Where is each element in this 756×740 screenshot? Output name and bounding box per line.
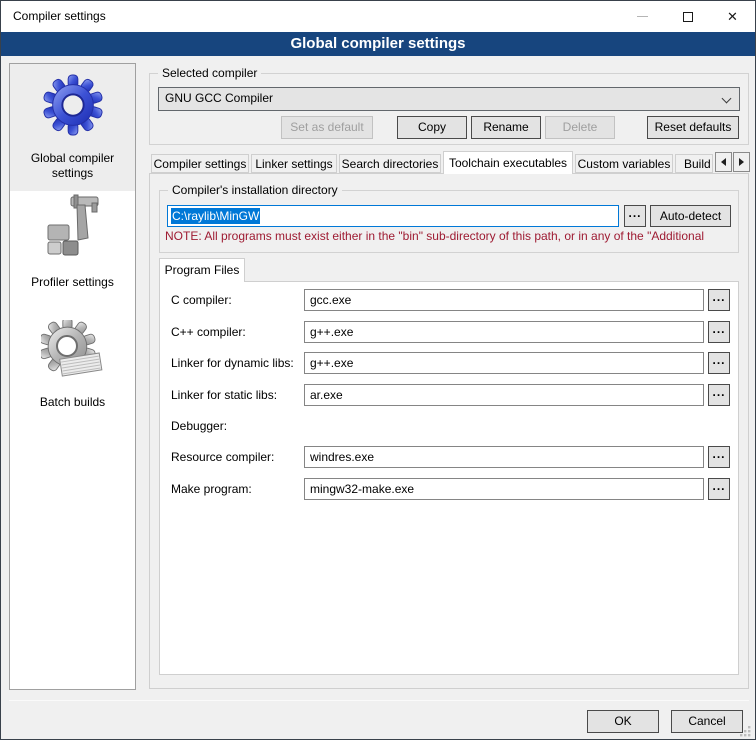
arrow-right-icon [739, 158, 744, 166]
tab-linker-settings[interactable]: Linker settings [251, 154, 337, 173]
compiler-settings-dialog: Compiler settings ✕ Global compiler sett… [0, 0, 756, 740]
tab-search-directories[interactable]: Search directories [339, 154, 441, 173]
sidebar-item-batch-builds[interactable]: Batch builds [10, 317, 135, 442]
caliper-icon [41, 194, 105, 258]
compiler-select-value: GNU GCC Compiler [165, 91, 273, 105]
minimize-button[interactable] [620, 1, 665, 32]
debugger-label: Debugger: [171, 415, 227, 437]
sidebar-item-profiler-settings[interactable]: Profiler settings [10, 192, 135, 317]
copy-button[interactable]: Copy [397, 116, 467, 139]
delete-button[interactable]: Delete [545, 116, 615, 139]
make-program-label: Make program: [171, 478, 252, 500]
close-button[interactable]: ✕ [710, 1, 755, 32]
bin-subdirectory-note: NOTE: All programs must exist either in … [165, 229, 737, 245]
ok-button[interactable]: OK [587, 710, 659, 733]
selected-path-text: C:\raylib\MinGW [171, 208, 260, 224]
minimize-icon [637, 16, 648, 17]
static-linker-input[interactable] [304, 384, 704, 406]
c-compiler-browse-button[interactable]: ... [708, 289, 730, 311]
installation-directory-input[interactable]: C:\raylib\MinGW [167, 205, 619, 227]
close-icon: ✕ [727, 10, 738, 23]
sidebar-item-label: Batch builds [18, 395, 128, 410]
group-legend: Selected compiler [158, 66, 261, 81]
dynamic-linker-browse-button[interactable]: ... [708, 352, 730, 374]
c-compiler-label: C compiler: [171, 289, 232, 311]
tab-scroll-left-button[interactable] [715, 152, 732, 172]
sidebar-item-global-compiler-settings[interactable]: Global compiler settings [10, 64, 135, 191]
blue-gear-icon [42, 74, 104, 136]
footer-divider [9, 700, 749, 701]
compiler-select[interactable]: GNU GCC Compiler [158, 87, 740, 111]
cancel-button[interactable]: Cancel [671, 710, 743, 733]
resize-grip[interactable] [738, 724, 751, 737]
resource-compiler-label: Resource compiler: [171, 446, 274, 468]
auto-detect-button[interactable]: Auto-detect [650, 205, 731, 227]
make-program-input[interactable] [304, 478, 704, 500]
cpp-compiler-input[interactable] [304, 321, 704, 343]
dynamic-linker-label: Linker for dynamic libs: [171, 352, 294, 374]
sidebar-item-label: Profiler settings [18, 275, 128, 290]
maximize-icon [683, 12, 693, 22]
window-title: Compiler settings [13, 1, 106, 32]
cpp-compiler-label: C++ compiler: [171, 321, 246, 343]
cpp-compiler-browse-button[interactable]: ... [708, 321, 730, 343]
tab-build-options[interactable]: Build options [675, 154, 713, 173]
chevron-down-icon [722, 94, 732, 104]
rename-button[interactable]: Rename [471, 116, 541, 139]
title-bar[interactable]: Compiler settings ✕ [1, 1, 755, 32]
gray-gear-stack-icon [41, 320, 105, 384]
make-program-browse-button[interactable]: ... [708, 478, 730, 500]
settings-category-list: Global compiler settings Profiler settin… [9, 63, 136, 690]
tab-custom-variables[interactable]: Custom variables [575, 154, 673, 173]
tab-scroll-right-button[interactable] [733, 152, 750, 172]
maximize-button[interactable] [665, 1, 710, 32]
resource-compiler-browse-button[interactable]: ... [708, 446, 730, 468]
tab-compiler-settings[interactable]: Compiler settings [151, 154, 249, 173]
browse-directory-button[interactable]: ... [624, 205, 646, 227]
group-legend: Compiler's installation directory [168, 183, 342, 198]
sidebar-item-label: Global compiler settings [18, 151, 128, 181]
dynamic-linker-input[interactable] [304, 352, 704, 374]
static-linker-browse-button[interactable]: ... [708, 384, 730, 406]
page-title: Global compiler settings [1, 32, 755, 56]
tab-toolchain-executables[interactable]: Toolchain executables [443, 151, 573, 174]
tab-program-files[interactable]: Program Files [159, 258, 245, 282]
reset-defaults-button[interactable]: Reset defaults [647, 116, 739, 139]
static-linker-label: Linker for static libs: [171, 384, 277, 406]
resource-compiler-input[interactable] [304, 446, 704, 468]
c-compiler-input[interactable] [304, 289, 704, 311]
window-controls: ✕ [620, 1, 755, 32]
set-as-default-button[interactable]: Set as default [281, 116, 373, 139]
arrow-left-icon [721, 158, 726, 166]
